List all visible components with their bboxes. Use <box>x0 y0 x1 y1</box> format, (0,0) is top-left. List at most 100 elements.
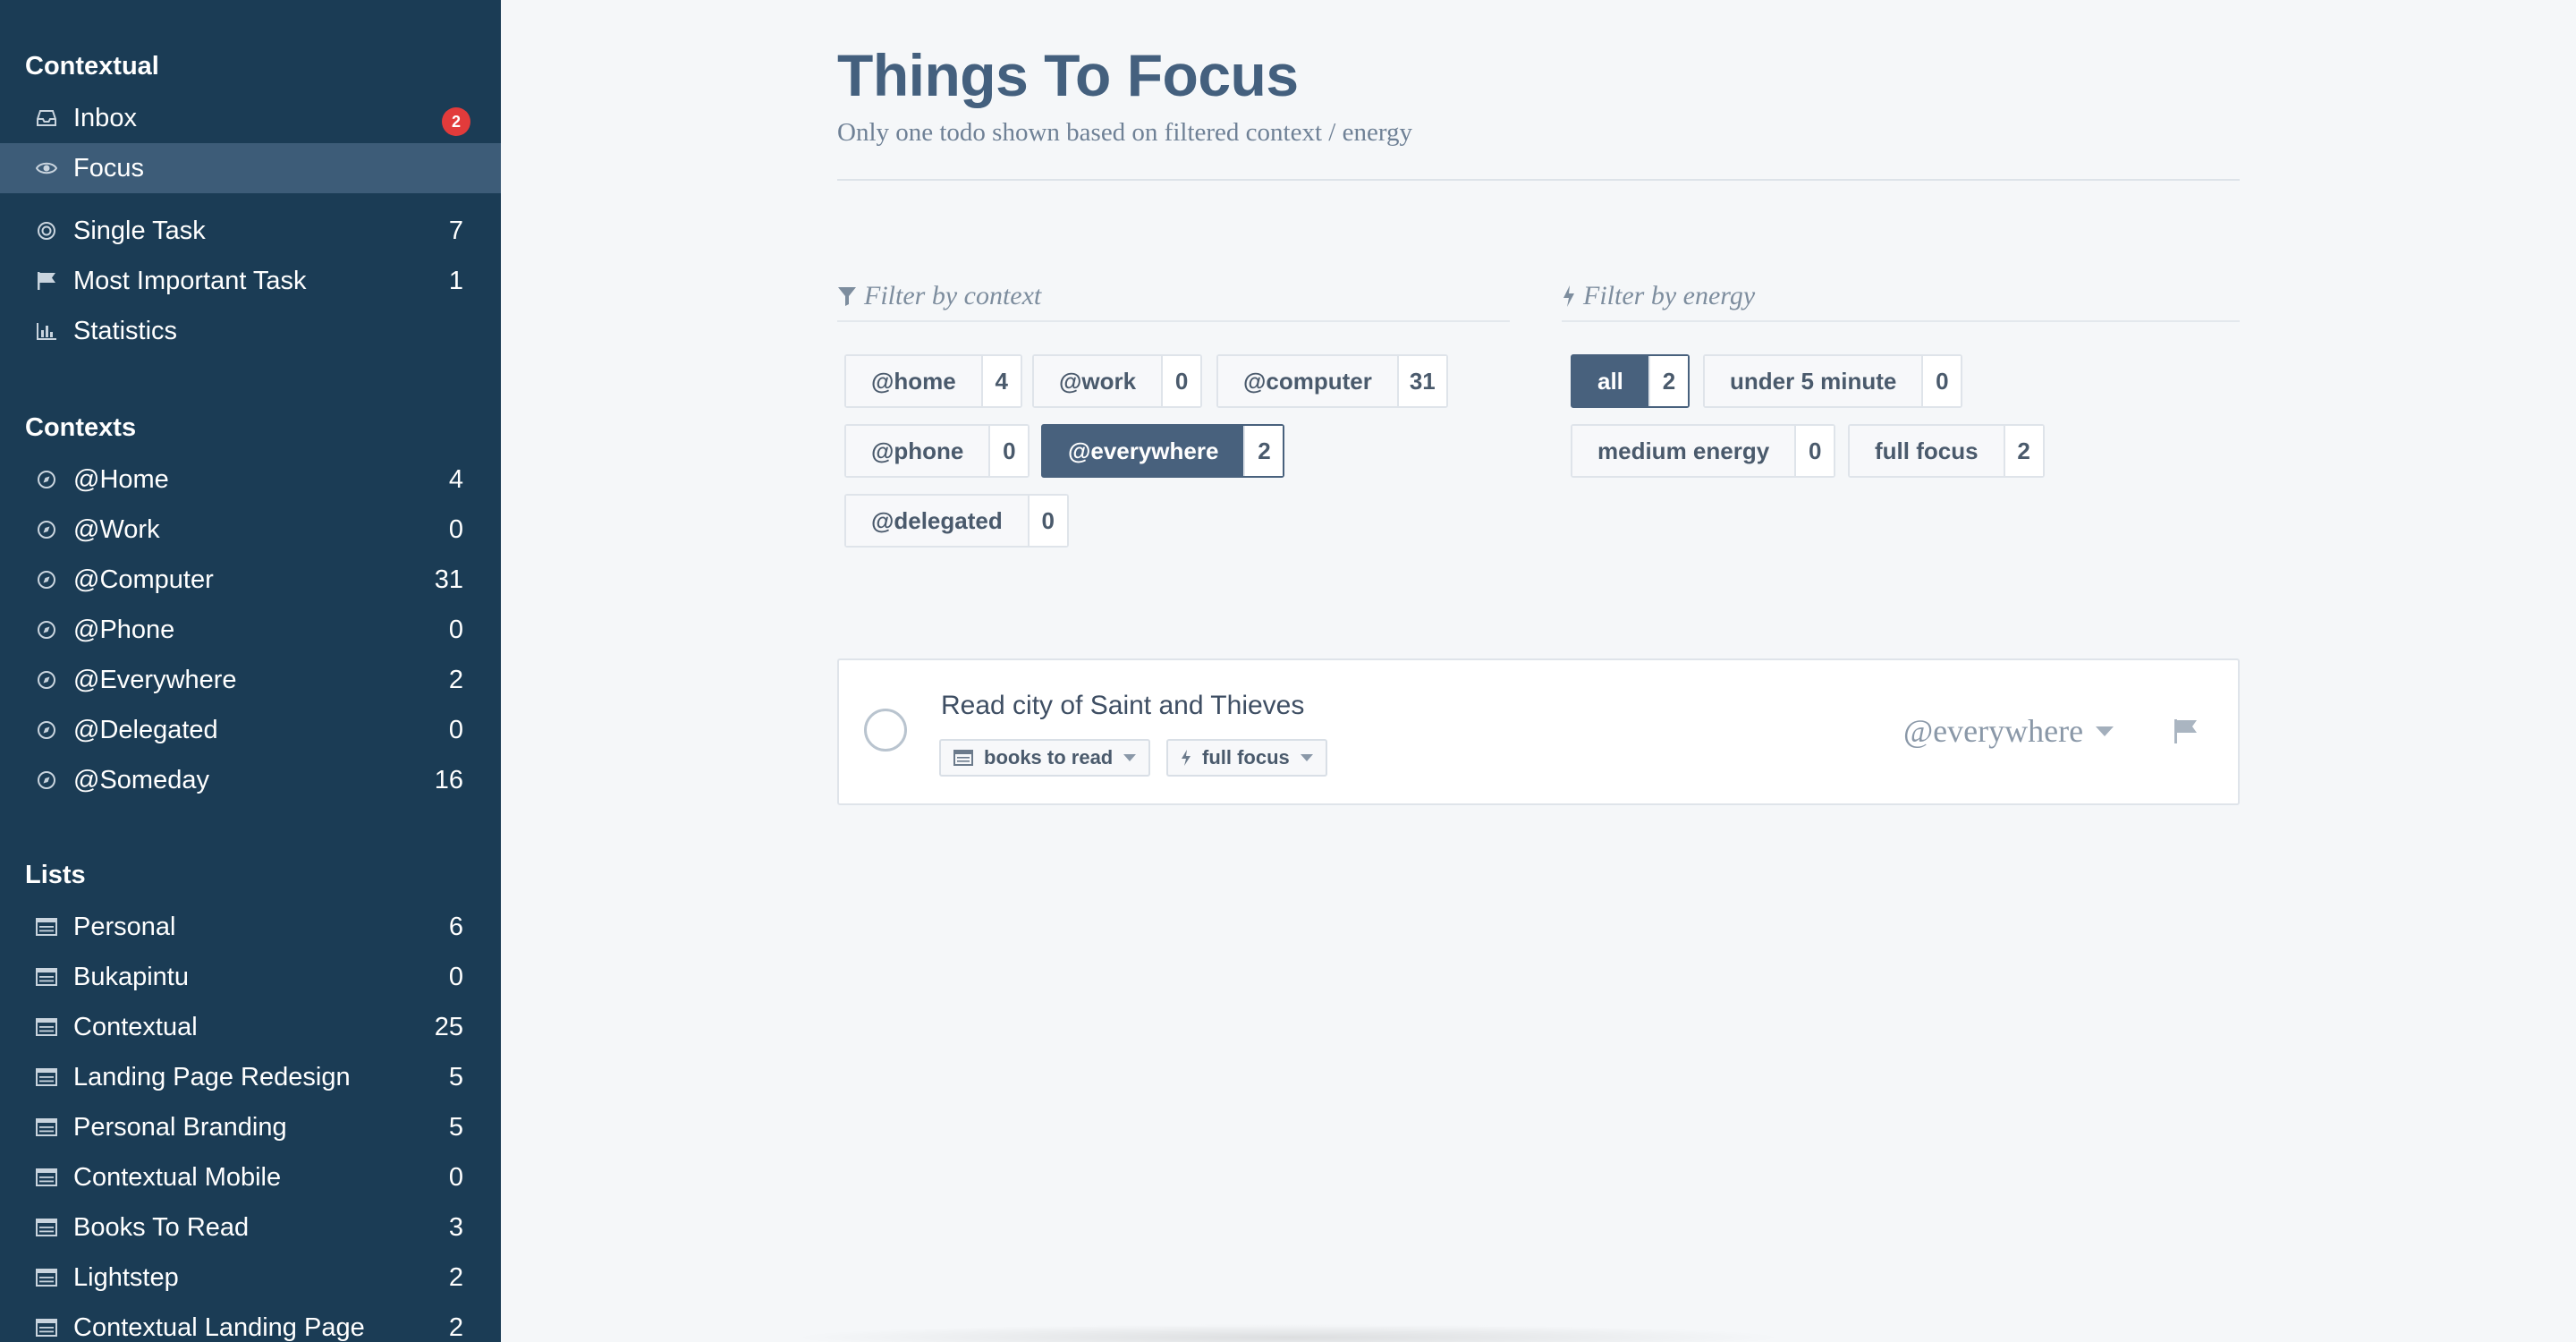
context-filter-everywhere[interactable]: @everywhere 2 <box>1041 424 1285 478</box>
flag-icon[interactable] <box>2172 718 2199 744</box>
sidebar-item-count: 5 <box>448 1063 463 1091</box>
context-filter-delegated[interactable]: @delegated 0 <box>844 494 1069 548</box>
section-heading-lists: Lists <box>25 861 86 889</box>
lightning-icon <box>1563 285 1574 307</box>
context-filter-computer[interactable]: @computer 31 <box>1216 354 1448 408</box>
filter-option-label: full focus <box>1850 426 2004 476</box>
filter-option-count: 0 <box>1921 356 1962 406</box>
bar-chart-icon <box>37 323 56 340</box>
filter-option-count: 2 <box>1648 356 1688 406</box>
task-list-label: books to read <box>984 746 1114 769</box>
sidebar-item-count: 0 <box>448 963 463 991</box>
sidebar-item-label: Inbox <box>73 104 137 132</box>
sidebar-context-item[interactable]: @Someday 16 <box>0 755 501 805</box>
sidebar-item-label: Focus <box>73 154 144 183</box>
task-context-dropdown[interactable]: @everywhere <box>1903 712 2114 750</box>
filter-option-label: medium energy <box>1572 426 1795 476</box>
filter-option-label: @delegated <box>846 496 1028 546</box>
filter-option-label: all <box>1572 356 1648 406</box>
sidebar-item-label: @Everywhere <box>73 666 237 694</box>
sidebar-item-count: 5 <box>448 1113 463 1142</box>
filter-option-label: @phone <box>846 426 989 476</box>
sidebar-list-item[interactable]: Bukapintu 0 <box>0 952 501 1002</box>
energy-filter-full-focus[interactable]: full focus 2 <box>1848 424 2045 478</box>
chevron-down-icon <box>1123 754 1137 761</box>
task-energy-dropdown[interactable]: full focus <box>1166 739 1327 777</box>
funnel-icon <box>838 287 856 306</box>
sidebar-item-label: Books To Read <box>73 1213 250 1242</box>
sidebar-item-single-task[interactable]: Single Task 7 <box>0 206 501 256</box>
list-icon <box>36 968 57 986</box>
sidebar-item-label: Contextual Mobile <box>73 1163 282 1192</box>
sidebar-context-item[interactable]: @Everywhere 2 <box>0 655 501 705</box>
sidebar-item-count: 25 <box>434 1013 463 1041</box>
sidebar-item-focus[interactable]: Focus <box>0 143 501 193</box>
sidebar-item-count: 2 <box>448 1313 463 1342</box>
list-icon <box>36 1269 57 1287</box>
chevron-down-icon <box>1300 754 1313 761</box>
sidebar-item-count: 0 <box>448 515 463 544</box>
sidebar-item-count: 0 <box>448 716 463 744</box>
sidebar-context-item[interactable]: @Delegated 0 <box>0 705 501 755</box>
filter-option-label: @computer <box>1218 356 1397 406</box>
compass-icon <box>38 671 55 689</box>
context-filter-work[interactable]: @work 0 <box>1032 354 1203 408</box>
list-icon <box>36 1018 57 1036</box>
sidebar-item-count: 2 <box>448 666 463 694</box>
energy-filter-medium-energy[interactable]: medium energy 0 <box>1571 424 1836 478</box>
divider <box>837 320 1510 322</box>
sidebar-item-label: @Phone <box>73 616 175 644</box>
sidebar-item-count: 6 <box>448 913 463 941</box>
sidebar-item-count: 0 <box>448 1163 463 1192</box>
filter-energy-heading: Filter by energy <box>1562 281 1755 311</box>
context-filter-phone[interactable]: @phone 0 <box>844 424 1030 478</box>
sidebar-list-item[interactable]: Contextual Landing Page 2 <box>0 1303 501 1342</box>
sidebar-list-item[interactable]: Contextual Mobile 0 <box>0 1152 501 1202</box>
filter-option-label: @work <box>1034 356 1162 406</box>
sidebar-item-label: Contextual Landing Page <box>73 1313 365 1342</box>
sidebar-item-inbox[interactable]: Inbox 2 <box>0 93 501 143</box>
list-icon <box>36 1219 57 1236</box>
filter-option-count: 2 <box>2003 426 2043 476</box>
task-complete-checkbox[interactable] <box>864 709 907 752</box>
sidebar-list-item[interactable]: Contextual 25 <box>0 1002 501 1052</box>
sidebar-item-most-important-task[interactable]: Most Important Task 1 <box>0 256 501 306</box>
sidebar-list-item[interactable]: Landing Page Redesign 5 <box>0 1052 501 1102</box>
sidebar-list-item[interactable]: Personal 6 <box>0 902 501 952</box>
filter-context-heading: Filter by context <box>837 281 1041 311</box>
page-subtitle: Only one todo shown based on filtered co… <box>837 118 1412 147</box>
list-icon <box>36 1168 57 1186</box>
energy-filter-under-5-minute[interactable]: under 5 minute 0 <box>1703 354 1963 408</box>
flag-icon <box>38 272 55 290</box>
sidebar-list-item[interactable]: Books To Read 3 <box>0 1202 501 1253</box>
sidebar-list-item[interactable]: Personal Branding 5 <box>0 1102 501 1152</box>
sidebar-item-label: Most Important Task <box>73 267 307 295</box>
sidebar-item-label: @Computer <box>73 565 214 594</box>
sidebar-item-statistics[interactable]: Statistics <box>0 306 501 356</box>
compass-icon <box>38 721 55 739</box>
task-title[interactable]: Read city of Saint and Thieves <box>941 691 1304 721</box>
target-icon <box>38 222 55 240</box>
filter-option-count: 0 <box>1794 426 1835 476</box>
sidebar-item-count: 4 <box>448 465 463 494</box>
task-card: Read city of Saint and Thieves books to … <box>837 658 2240 805</box>
filter-option-count: 2 <box>1243 426 1284 476</box>
sidebar-item-label: @Work <box>73 515 160 544</box>
task-energy-label: full focus <box>1202 746 1290 769</box>
list-icon <box>36 1319 57 1337</box>
section-heading-contextual: Contextual <box>25 52 159 81</box>
list-icon <box>953 750 973 766</box>
compass-icon <box>38 621 55 639</box>
energy-filter-all[interactable]: all 2 <box>1571 354 1690 408</box>
context-filter-home[interactable]: @home 4 <box>844 354 1022 408</box>
sidebar-context-item[interactable]: @Phone 0 <box>0 605 501 655</box>
sidebar-context-item[interactable]: @Home 4 <box>0 454 501 505</box>
filter-context-label: Filter by context <box>864 281 1042 310</box>
list-icon <box>36 1068 57 1086</box>
filter-option-count: 0 <box>1027 496 1067 546</box>
page-title: Things To Focus <box>837 42 1299 108</box>
sidebar-list-item[interactable]: Lightstep 2 <box>0 1253 501 1303</box>
sidebar-context-item[interactable]: @Work 0 <box>0 505 501 555</box>
sidebar-context-item[interactable]: @Computer 31 <box>0 555 501 605</box>
task-list-dropdown[interactable]: books to read <box>939 739 1151 777</box>
